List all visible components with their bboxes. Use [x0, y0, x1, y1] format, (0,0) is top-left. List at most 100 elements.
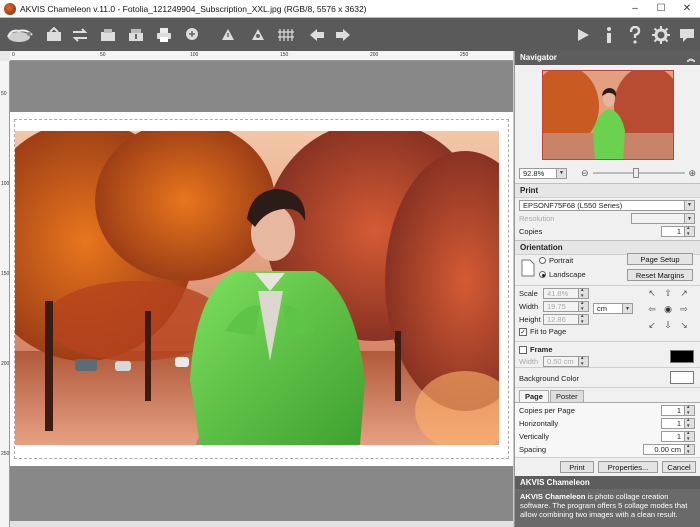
fit-to-page-option[interactable]: ✓ Fit to Page	[519, 327, 566, 336]
window-title: AKVIS Chameleon v.11.0 - Fotolia_1212499…	[20, 3, 367, 14]
action-buttons: Print Properties... Cancel	[515, 457, 700, 476]
navigator-thumbnail[interactable]	[542, 70, 674, 160]
canvas-area[interactable]: 0 50 100 150 200 250 50 100 150 200 250	[0, 51, 513, 527]
info-icon[interactable]	[596, 22, 622, 48]
resolution-label: Resolution	[519, 214, 555, 223]
resolution-dropdown-icon[interactable]: ▼	[685, 213, 695, 224]
width-stepper[interactable]	[579, 300, 589, 312]
open-background-icon[interactable]	[94, 22, 122, 48]
align-right-icon[interactable]: ⇨	[678, 303, 690, 315]
main-toolbar	[0, 18, 700, 51]
background-group: Background Color	[515, 367, 700, 387]
printer-select[interactable]: EPSONF75F68 (L550 Series)	[519, 199, 685, 211]
align-bottom-icon[interactable]: ⇩	[662, 319, 674, 331]
align-top-icon[interactable]: ⇧	[662, 287, 674, 299]
align-left-icon[interactable]: ⇦	[646, 303, 658, 315]
maximize-button[interactable]: ☐	[648, 0, 674, 18]
print-button[interactable]: Print	[560, 461, 594, 473]
resolution-select[interactable]	[631, 213, 685, 224]
zoom-slider-thumb[interactable]	[632, 168, 639, 178]
undo-icon[interactable]	[212, 22, 244, 48]
zoom-slider[interactable]	[592, 168, 685, 178]
tab-page[interactable]: Page	[519, 390, 549, 402]
frame-width-label: Width	[519, 357, 539, 366]
align-top-left-icon[interactable]: ↖	[646, 287, 658, 299]
frame-width-stepper[interactable]	[579, 355, 589, 367]
align-bottom-left-icon[interactable]: ↙	[646, 319, 658, 331]
zoom-in-icon[interactable]: ⊕	[689, 168, 697, 179]
grid-icon[interactable]	[272, 22, 300, 48]
help-icon[interactable]	[622, 22, 648, 48]
save-icon[interactable]	[122, 22, 150, 48]
background-color-label: Background Color	[519, 374, 580, 383]
horizontally-stepper[interactable]	[685, 417, 695, 429]
zoom-controls: 92.8% ▼ ⊖ ⊕	[519, 166, 697, 180]
scale-input[interactable]: 41.8%	[543, 288, 579, 299]
height-input[interactable]: 12.86	[543, 314, 579, 325]
unit-dropdown-icon[interactable]: ▼	[623, 303, 633, 314]
close-button[interactable]: ✕	[674, 0, 700, 18]
properties-button[interactable]: Properties...	[598, 461, 658, 473]
spacing-input[interactable]: 0.00 cm	[643, 444, 685, 455]
vertically-stepper[interactable]	[685, 430, 695, 442]
ruler-label: 250	[460, 52, 469, 58]
height-stepper[interactable]	[579, 313, 589, 325]
title-bar: AKVIS Chameleon v.11.0 - Fotolia_1212499…	[0, 0, 700, 18]
arrow-forward-icon[interactable]	[330, 22, 356, 48]
settings-gear-icon[interactable]	[648, 22, 674, 48]
printer-dropdown-icon[interactable]: ▼	[685, 199, 695, 211]
open-image-icon[interactable]	[42, 22, 66, 48]
minimize-button[interactable]: –	[622, 0, 648, 18]
unit-select[interactable]: cm	[593, 303, 623, 314]
ruler-corner	[0, 51, 10, 61]
copies-per-page-stepper[interactable]	[685, 404, 695, 416]
print-page-preview	[10, 112, 513, 466]
copies-input[interactable]: 1	[661, 226, 685, 237]
page-setup-button[interactable]: Page Setup	[627, 253, 693, 265]
spacing-stepper[interactable]	[685, 443, 695, 455]
navigator-panel: 92.8% ▼ ⊖ ⊕	[515, 65, 700, 183]
ruler-label: 150	[280, 52, 289, 58]
align-bottom-right-icon[interactable]: ↘	[678, 319, 690, 331]
frame-color-swatch[interactable]	[670, 350, 694, 363]
frame-option[interactable]: Frame	[519, 345, 553, 354]
frame-width-input[interactable]: 0.50 cm	[543, 356, 579, 367]
scale-group: Scale 41.8% Width 19.75 Height 12.86 cm …	[515, 285, 700, 341]
chameleon-logo-icon	[2, 22, 38, 48]
cancel-button[interactable]: Cancel	[662, 461, 696, 473]
feedback-icon[interactable]	[674, 22, 700, 48]
align-top-right-icon[interactable]: ↗	[678, 287, 690, 299]
print-icon[interactable]	[150, 22, 178, 48]
share-icon[interactable]	[178, 22, 206, 48]
background-color-swatch[interactable]	[670, 371, 694, 384]
landscape-option[interactable]: Landscape	[539, 270, 586, 279]
copies-stepper[interactable]	[685, 225, 695, 237]
portrait-option[interactable]: Portrait	[539, 256, 573, 265]
landscape-radio[interactable]	[539, 271, 546, 278]
frame-checkbox[interactable]	[519, 345, 527, 354]
run-icon[interactable]	[570, 22, 596, 48]
navigator-title: Navigator	[520, 53, 557, 62]
copies-per-page-input[interactable]: 1	[661, 405, 685, 416]
align-center-icon[interactable]: ◉	[662, 303, 674, 315]
zoom-dropdown-icon[interactable]: ▼	[557, 167, 567, 179]
landscape-label: Landscape	[549, 270, 586, 279]
arrow-back-icon[interactable]	[304, 22, 330, 48]
reset-margins-button[interactable]: Reset Margins	[627, 269, 693, 281]
horizontal-scrollbar[interactable]	[10, 521, 513, 527]
zoom-input[interactable]: 92.8%	[519, 167, 557, 179]
vertically-input[interactable]: 1	[661, 431, 685, 442]
scale-stepper[interactable]	[579, 287, 589, 299]
swap-images-icon[interactable]	[66, 22, 94, 48]
print-section-title: Print	[515, 183, 700, 198]
tab-poster[interactable]: Poster	[549, 390, 584, 402]
fit-to-page-checkbox[interactable]: ✓	[519, 327, 527, 336]
horizontally-input[interactable]: 1	[661, 418, 685, 429]
collapse-icon[interactable]: ︽	[687, 53, 695, 63]
portrait-radio[interactable]	[539, 257, 546, 264]
redo-icon[interactable]	[244, 22, 272, 48]
width-input[interactable]: 19.75	[543, 301, 579, 312]
zoom-out-icon[interactable]: ⊖	[581, 168, 589, 179]
frame-group: Frame Width 0.50 cm	[515, 341, 700, 367]
copies-per-page-label: Copies per Page	[519, 406, 575, 415]
